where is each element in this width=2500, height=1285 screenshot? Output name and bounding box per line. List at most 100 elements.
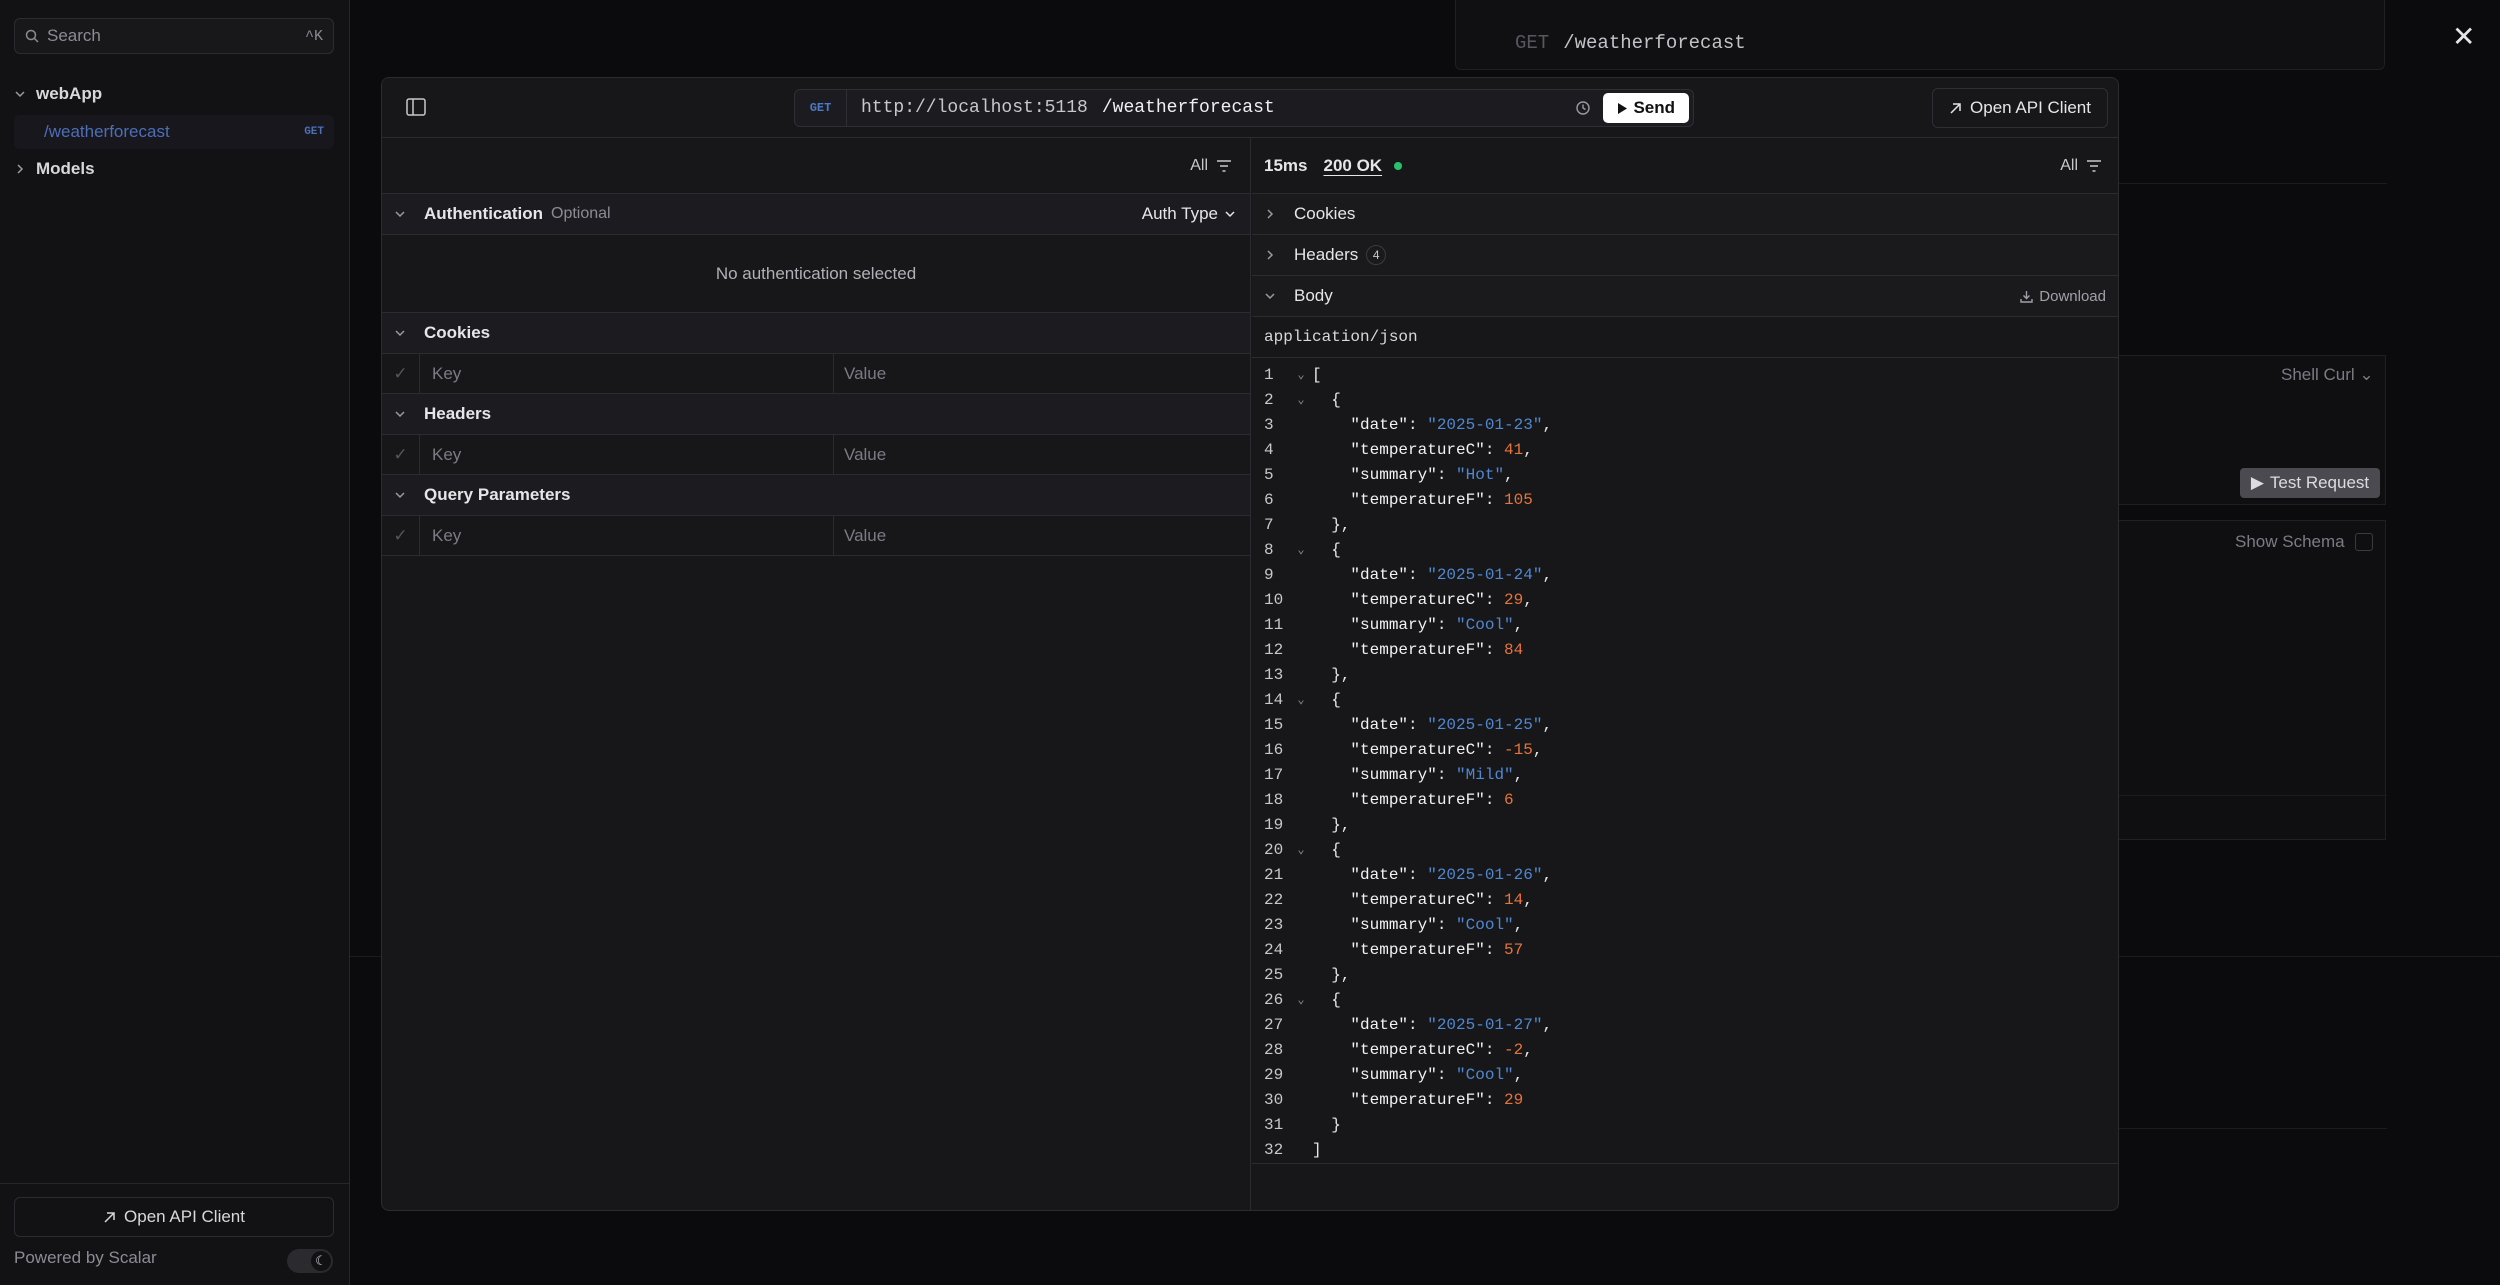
background-shell-select[interactable]: Shell Curl ⌄ — [2281, 365, 2374, 385]
response-section-cookies[interactable]: Cookies — [1252, 194, 2118, 235]
code-line: 19 }, — [1252, 812, 2118, 837]
cookie-value-input[interactable]: Value — [834, 364, 886, 384]
query-value-input[interactable]: Value — [834, 526, 886, 546]
line-number: 11 — [1264, 615, 1284, 634]
response-status[interactable]: 200 OK — [1323, 156, 1382, 176]
code-line: 10 "temperatureC": 29, — [1252, 587, 2118, 612]
chevron-down-icon — [394, 327, 424, 339]
cookie-key-input[interactable]: Key — [420, 354, 834, 393]
headers-count-badge: 4 — [1366, 245, 1387, 265]
status-dot — [1394, 161, 1403, 170]
background-show-schema[interactable]: Show Schema — [2235, 532, 2373, 552]
chevron-down-icon — [394, 489, 424, 501]
code-line: 11 "summary": "Cool", — [1252, 612, 2118, 637]
send-button[interactable]: Send — [1603, 93, 1689, 123]
download-button[interactable]: Download — [2020, 288, 2106, 305]
check-icon[interactable]: ✓ — [382, 435, 420, 474]
section-title: Authentication — [424, 204, 543, 223]
line-number: 16 — [1264, 740, 1284, 759]
request-filter-label[interactable]: All — [1190, 157, 1208, 175]
request-filter-bar: All — [382, 138, 1250, 194]
section-title: Headers — [424, 404, 492, 423]
section-authentication[interactable]: Authentication Optional Auth Type — [382, 194, 1250, 235]
header-key-input[interactable]: Key — [420, 435, 834, 474]
fold-chevron-icon[interactable]: ⌄ — [1290, 992, 1312, 1007]
query-row: ✓ Key Value — [382, 516, 1250, 556]
code-text: }, — [1312, 965, 1351, 984]
code-line: 12 "temperatureF": 84 — [1252, 637, 2118, 662]
query-key-input[interactable]: Key — [420, 516, 834, 555]
code-text: "temperatureF": 57 — [1350, 940, 1524, 959]
fold-chevron-icon[interactable]: ⌄ — [1290, 367, 1312, 382]
method-select[interactable]: GET — [795, 90, 847, 126]
code-text: } — [1312, 1115, 1341, 1134]
section-title: Cookies — [1294, 204, 1356, 223]
line-number: 27 — [1264, 1015, 1284, 1034]
code-text: }, — [1312, 515, 1351, 534]
code-text: }, — [1312, 815, 1351, 834]
code-text: "date": "2025-01-27", — [1350, 1015, 1553, 1034]
code-text: }, — [1312, 665, 1351, 684]
url-bar[interactable]: GET http://localhost:5118 /weatherforeca… — [794, 89, 1694, 127]
check-icon[interactable]: ✓ — [382, 516, 420, 555]
filter-icon[interactable] — [1216, 159, 1232, 173]
sidebar-group-webapp[interactable]: webApp — [14, 77, 334, 111]
history-icon[interactable] — [1575, 100, 1591, 116]
fold-chevron-icon[interactable]: ⌄ — [1290, 542, 1312, 557]
api-client-modal: GET http://localhost:5118 /weatherforeca… — [381, 77, 2119, 1211]
background-test-request-label: Test Request — [2269, 473, 2370, 492]
code-text: "temperatureF": 29 — [1350, 1090, 1524, 1109]
section-title: Query Parameters — [424, 485, 571, 504]
sidebar-item-weatherforecast[interactable]: /weatherforecast GET — [14, 115, 334, 149]
open-api-client-button[interactable]: Open API Client — [14, 1197, 334, 1237]
response-body-code[interactable]: 1 ⌄[2 ⌄ {3 "date": "2025-01-23", 4 "tempera… — [1252, 358, 2118, 1164]
response-timing: 15ms — [1264, 155, 1308, 175]
line-number: 24 — [1264, 940, 1284, 959]
response-section-headers[interactable]: Headers 4 — [1252, 235, 2118, 276]
fold-chevron-icon[interactable]: ⌄ — [1290, 692, 1312, 707]
line-number: 3 — [1264, 415, 1274, 434]
auth-type-select[interactable]: Auth Type — [1142, 204, 1236, 224]
arrow-up-right-icon — [1949, 102, 1962, 115]
fold-chevron-icon[interactable]: ⌄ — [1290, 392, 1312, 407]
code-text: "temperatureF": 105 — [1350, 490, 1533, 509]
sidebar-group-label: Models — [36, 159, 95, 178]
close-icon[interactable]: ✕ — [2452, 20, 2475, 53]
code-line: 26 ⌄ { — [1252, 987, 2118, 1012]
open-api-client-button[interactable]: Open API Client — [1932, 88, 2108, 128]
section-query-parameters[interactable]: Query Parameters — [382, 475, 1250, 516]
response-filter[interactable]: All — [2060, 157, 2102, 175]
code-line: 31 } — [1252, 1112, 2118, 1137]
section-headers[interactable]: Headers — [382, 394, 1250, 435]
play-icon — [1617, 102, 1628, 114]
sidebar-toggle-icon[interactable] — [406, 98, 426, 116]
code-line: 21 "date": "2025-01-26", — [1252, 862, 2118, 887]
url-host[interactable]: http://localhost:5118 — [861, 98, 1088, 118]
section-cookies[interactable]: Cookies — [382, 313, 1250, 354]
download-icon — [2020, 290, 2033, 303]
line-number: 18 — [1264, 790, 1284, 809]
line-number: 32 — [1264, 1140, 1284, 1159]
line-number: 28 — [1264, 1040, 1284, 1059]
dark-mode-toggle[interactable]: ☾ — [287, 1249, 333, 1273]
line-number: 26 — [1264, 990, 1284, 1009]
sidebar-group-models[interactable]: Models — [14, 152, 334, 186]
response-section-body[interactable]: Body Download — [1252, 276, 2118, 317]
check-icon[interactable]: ✓ — [382, 354, 420, 393]
code-line: 16 "temperatureC": -15, — [1252, 737, 2118, 762]
chevron-down-icon — [14, 88, 36, 100]
search-input[interactable]: Search ^K — [14, 18, 334, 54]
fold-chevron-icon[interactable]: ⌄ — [1290, 842, 1312, 857]
checkbox[interactable] — [2354, 533, 2373, 551]
code-text: { — [1312, 840, 1341, 859]
line-number: 9 — [1264, 565, 1274, 584]
background-test-request-button[interactable]: ▶ Test Request — [2240, 468, 2380, 498]
header-value-input[interactable]: Value — [834, 445, 886, 465]
line-number: 31 — [1264, 1115, 1284, 1134]
chevron-down-icon — [1224, 208, 1236, 220]
url-path[interactable]: /weatherforecast — [1102, 98, 1275, 118]
background-method: GET — [1515, 32, 1550, 54]
line-number: 22 — [1264, 890, 1284, 909]
code-line: 30 "temperatureF": 29 — [1252, 1087, 2118, 1112]
response-filter-label: All — [2060, 156, 2078, 174]
